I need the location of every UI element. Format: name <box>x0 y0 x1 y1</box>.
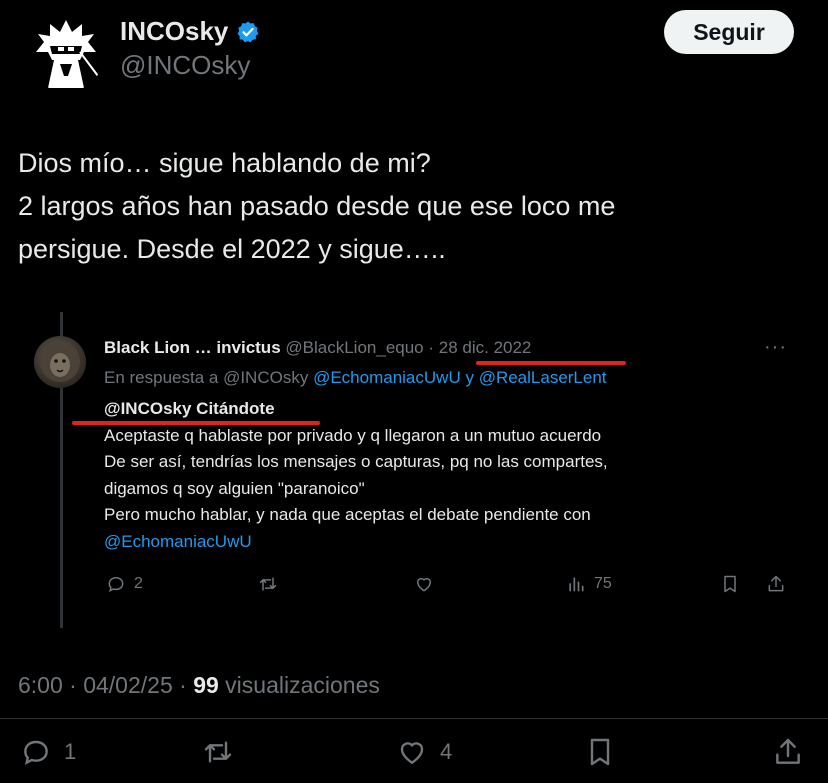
quoted-body-line: Aceptaste q hablaste por privado y q lle… <box>104 425 602 445</box>
quoted-reply-context: En respuesta a @INCOsky @EchomaniacUwU y… <box>104 368 607 388</box>
quoted-body-line: De ser así, tendrías los mensajes o capt… <box>104 452 608 471</box>
views-chart-icon <box>569 577 584 592</box>
retweet-icon <box>204 741 232 763</box>
views-label: visualizaciones <box>225 672 380 698</box>
quoted-more-icon: ··· <box>764 336 787 358</box>
tweet-action-bar: 1 4 <box>0 730 828 774</box>
bookmark-icon <box>590 738 610 766</box>
heart-icon <box>417 577 431 592</box>
reply-mention: @RealLaserLent <box>478 368 607 387</box>
tweet-meta: 6:00 · 04/02/25 · 99 visualizaciones <box>18 672 380 699</box>
tweet-line: Dios mío… sigue hablando de mi? <box>18 148 431 178</box>
follow-button[interactable]: Seguir <box>664 10 794 54</box>
quoted-reply-count: 2 <box>134 575 143 592</box>
attached-screenshot[interactable]: Black Lion … invictus @BlackLion_equo · … <box>0 310 828 630</box>
quoted-header: Black Lion … invictus @BlackLion_equo · … <box>104 338 531 358</box>
quoted-bookmark-action <box>720 574 740 594</box>
quoted-date: · 28 dic. 2022 <box>428 338 532 357</box>
reply-joiner: y <box>465 368 474 387</box>
quoted-views-action: 75 <box>566 574 612 594</box>
quoted-actions: 2 75 <box>0 572 828 602</box>
author-handle[interactable]: @INCOsky <box>120 50 250 81</box>
reply-icon <box>24 740 48 765</box>
reply-prefix: En respuesta a @INCOsky <box>104 368 309 387</box>
quoted-retweet-action <box>258 574 278 594</box>
reply-count: 1 <box>64 739 77 764</box>
author-display-name[interactable]: INCOsky <box>120 16 228 47</box>
quoted-share-action <box>766 574 786 594</box>
spiky-hair-character-icon <box>36 20 99 88</box>
quoted-body: @INCOsky Citándote Aceptaste q hablaste … <box>104 396 608 555</box>
reply-mention: @EchomaniacUwU <box>313 368 461 387</box>
heart-icon <box>400 742 424 765</box>
divider <box>0 718 828 719</box>
retweet-icon <box>259 577 277 591</box>
quoted-author-avatar <box>34 336 86 388</box>
quoted-views-count: 75 <box>594 575 612 592</box>
share-button[interactable] <box>772 736 804 768</box>
lion-icon <box>40 342 80 382</box>
quoted-like-action <box>414 574 434 594</box>
tweet-line: persigue. Desde el 2022 y sigue….. <box>18 234 446 264</box>
share-icon <box>768 575 784 592</box>
quoted-body-line: digamos q soy alguien "paranoico" <box>104 478 365 498</box>
quoted-body-line: Pero mucho hablar, y nada que aceptas el… <box>104 505 591 524</box>
quoted-display-name: Black Lion … invictus <box>104 338 281 357</box>
reply-button[interactable]: 1 <box>20 736 76 768</box>
tweet-text: Dios mío… sigue hablando de mi? 2 largos… <box>18 142 808 271</box>
tweet-line: 2 largos años han pasado desde que ese l… <box>18 191 616 221</box>
quoted-reply-action: 2 <box>106 574 143 594</box>
red-annotation-line <box>476 361 626 365</box>
like-button[interactable]: 4 <box>396 736 452 768</box>
tweet-timestamp[interactable]: 6:00 · 04/02/25 · <box>18 672 187 698</box>
verified-badge-icon <box>237 21 259 42</box>
author-name-row: INCOsky <box>120 16 260 47</box>
red-annotation-line <box>72 421 320 425</box>
like-count: 4 <box>440 739 453 764</box>
share-icon <box>776 738 800 764</box>
bookmark-button[interactable] <box>584 736 616 768</box>
quoted-body-line: @INCOsky Citándote <box>104 399 275 418</box>
quoted-body-mention: @EchomaniacUwU <box>104 531 252 551</box>
views-count: 99 <box>193 672 219 698</box>
reply-icon <box>108 576 124 593</box>
author-avatar[interactable] <box>28 16 104 92</box>
retweet-button[interactable] <box>202 736 234 768</box>
bookmark-icon <box>724 575 736 593</box>
quoted-handle: @BlackLion_equo <box>285 338 424 357</box>
